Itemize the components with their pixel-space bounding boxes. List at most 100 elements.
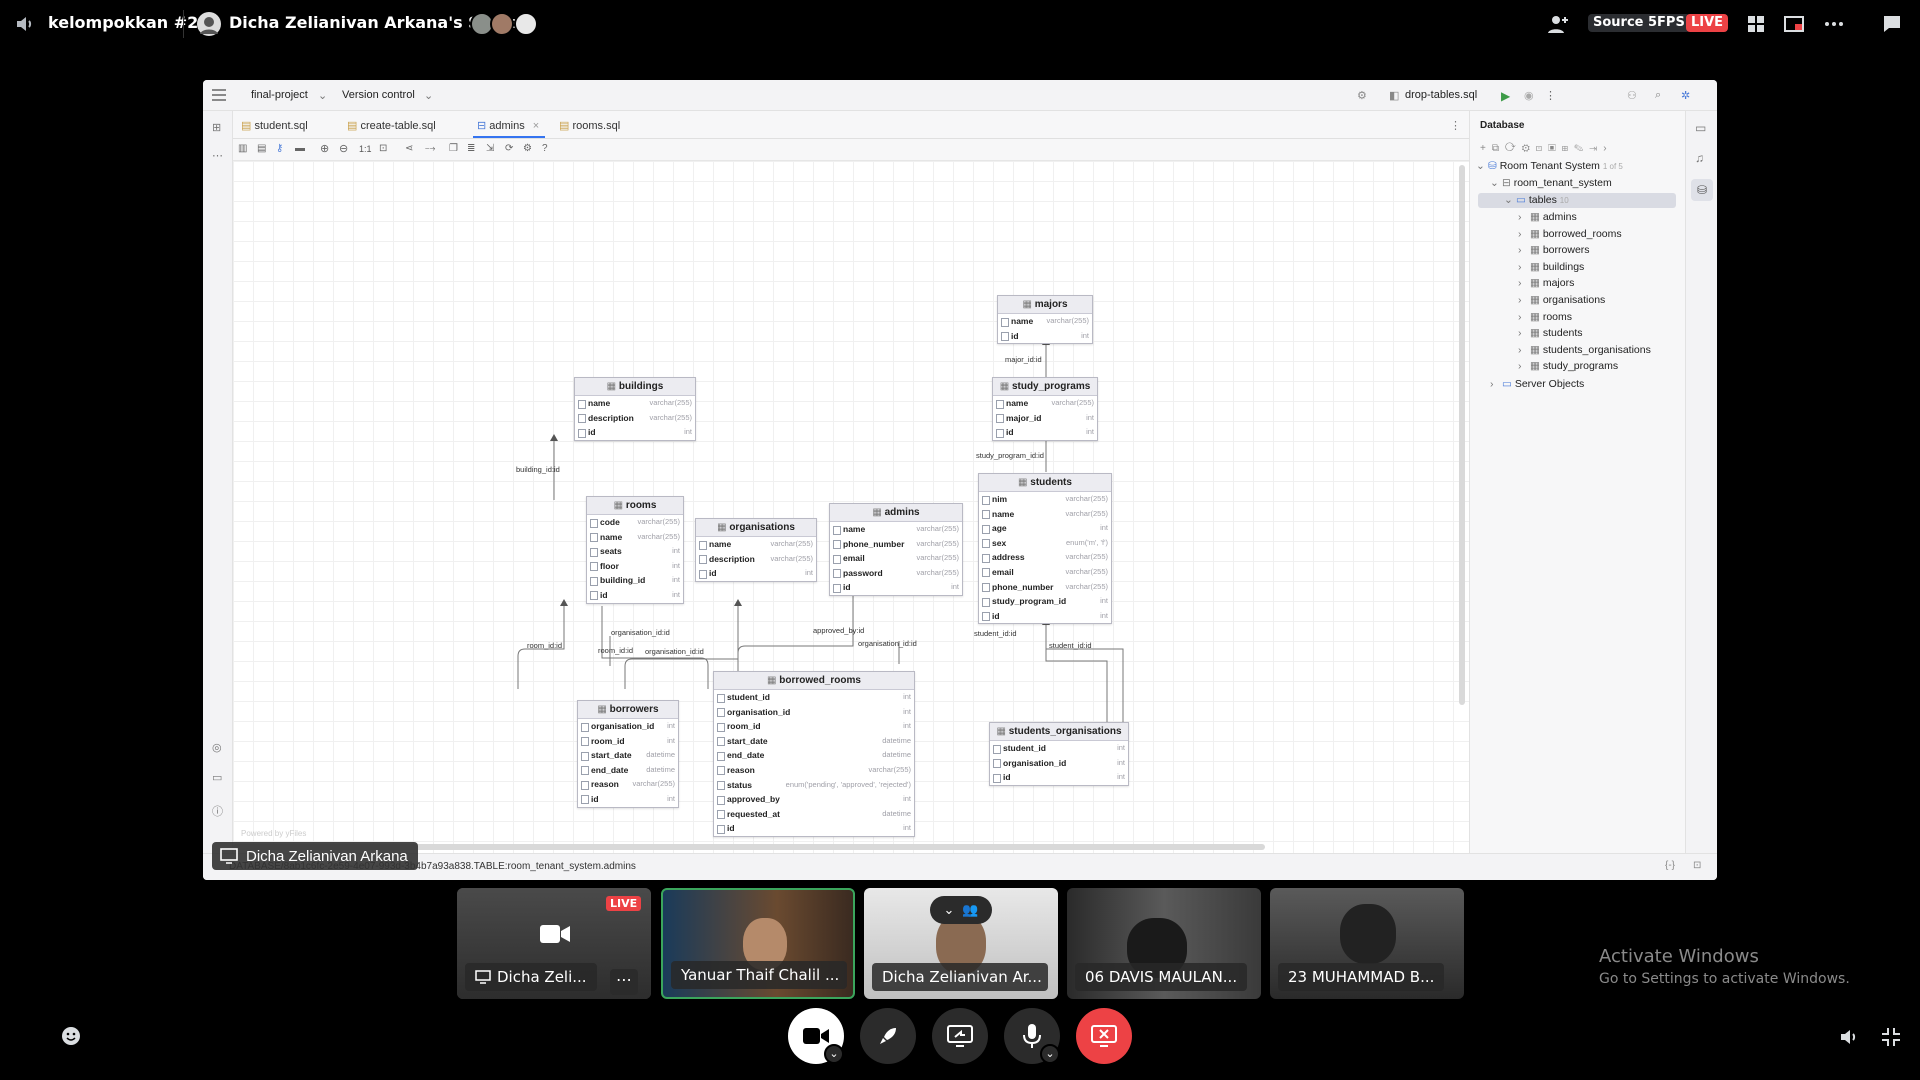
column-row[interactable]: seats int xyxy=(587,544,683,559)
diagram-canvas[interactable]: major_id:id study_program_id:id building… xyxy=(233,161,1479,853)
column-row[interactable]: student_id int xyxy=(714,690,914,705)
chat-icon[interactable] xyxy=(1880,12,1904,36)
participant-menu[interactable]: ⌄ 👥 xyxy=(930,896,992,924)
table-students-organisations[interactable]: students_organisationsstudent_idintorgan… xyxy=(989,722,1129,786)
tree-item-schema[interactable]: ⌄ ⊟ room_tenant_system xyxy=(1490,177,1612,189)
avatar[interactable] xyxy=(514,12,538,36)
table-organisations[interactable]: organisationsnamevarchar(255)description… xyxy=(695,518,817,582)
tree-item-table[interactable]: › ▦ admins xyxy=(1518,211,1577,223)
column-row[interactable]: name varchar(255) xyxy=(587,530,683,545)
layout-tree-icon[interactable]: ≣ xyxy=(467,143,475,154)
vertical-scrollbar[interactable] xyxy=(1459,165,1465,705)
participant-tile[interactable]: Yanuar Thaif Chalil ... xyxy=(661,888,855,999)
tree-item-root[interactable]: ⌄ ⛁ Room Tenant System 1 of 5 xyxy=(1476,160,1623,172)
column-row[interactable]: start_date datetime xyxy=(714,734,914,749)
table-students[interactable]: studentsnimvarchar(255)namevarchar(255)a… xyxy=(978,473,1112,625)
tree-item-table[interactable]: › ▦ study_programs xyxy=(1518,360,1618,372)
column-row[interactable]: phone_number varchar(255) xyxy=(979,580,1111,595)
participant-tile[interactable]: ⌄ 👥 Dicha Zelianivan Ar... xyxy=(864,888,1058,999)
comment-icon[interactable]: ▬ xyxy=(295,143,305,154)
layout-icon[interactable]: ▥ xyxy=(238,143,247,154)
table-rooms[interactable]: rooms code varchar(255) name varchar(255) sea… xyxy=(586,496,684,604)
column-row[interactable]: id int xyxy=(830,580,962,595)
tree-item-table[interactable]: › ▦ students_organisations xyxy=(1518,344,1651,356)
column-row[interactable]: major_id int xyxy=(993,411,1097,426)
db-toolbar[interactable]: +⧉⟳⚙⊡▣⊞✎⇥› xyxy=(1480,143,1613,154)
column-row[interactable]: organisation_id int xyxy=(990,756,1128,771)
column-row[interactable]: student_id int xyxy=(990,741,1128,756)
participant-tile[interactable]: 23 MUHAMMAD B... xyxy=(1270,888,1464,999)
tree-item-table[interactable]: › ▦ organisations xyxy=(1518,294,1605,306)
zoom-in-icon[interactable]: ⊕ xyxy=(320,142,329,155)
column-row[interactable]: email varchar(255) xyxy=(979,565,1111,580)
speaker-icon[interactable] xyxy=(14,12,38,36)
debug-icon[interactable]: ⚙ xyxy=(1357,89,1367,102)
column-row[interactable]: id int xyxy=(587,588,683,603)
zoom-out-icon[interactable]: ⊖ xyxy=(339,142,348,155)
column-row[interactable]: id int xyxy=(575,425,695,440)
services-icon[interactable]: ◎ xyxy=(212,741,222,754)
table-majors[interactable]: majors name varchar(255) id int xyxy=(997,295,1093,345)
column-row[interactable]: status enum('pending', 'approved', 'rejec… xyxy=(714,778,914,793)
help-icon[interactable]: ? xyxy=(542,143,548,154)
actual-size-button[interactable]: 1:1 xyxy=(359,144,372,154)
column-row[interactable]: start_date datetime xyxy=(578,748,678,763)
more-icon[interactable] xyxy=(1822,12,1846,36)
screen-share-button[interactable] xyxy=(932,1008,988,1064)
column-row[interactable]: approved_by int xyxy=(714,792,914,807)
tab-create-table-sql[interactable]: ▤ create-table.sql xyxy=(347,119,436,132)
fit-icon[interactable]: ⊡ xyxy=(379,143,387,154)
column-row[interactable]: study_program_id int xyxy=(979,594,1111,609)
run-icon[interactable]: ▶ xyxy=(1501,89,1510,103)
leave-call-button[interactable] xyxy=(1076,1008,1132,1064)
problems-icon[interactable]: ⓘ xyxy=(212,803,223,819)
search-icon[interactable]: ⌕ xyxy=(1655,89,1661,102)
column-row[interactable]: id int xyxy=(993,425,1097,440)
column-row[interactable]: description varchar(255) xyxy=(575,411,695,426)
column-row[interactable]: id int xyxy=(998,329,1092,344)
export-icon[interactable]: ⇲ xyxy=(486,143,494,154)
lock-icon[interactable]: ⊡ xyxy=(1693,860,1701,871)
menu-icon[interactable] xyxy=(212,89,226,101)
tab-rooms-sql[interactable]: ▤ rooms.sql xyxy=(559,119,620,132)
column-row[interactable]: building_id int xyxy=(587,573,683,588)
column-row[interactable]: name varchar(255) xyxy=(993,396,1097,411)
more-vertical-icon[interactable]: ⋮ xyxy=(1450,119,1461,132)
column-row[interactable]: name varchar(255) xyxy=(998,314,1092,329)
grid-icon[interactable] xyxy=(1744,12,1768,36)
terminal-icon[interactable]: ▭ xyxy=(212,771,222,784)
column-row[interactable]: reason varchar(255) xyxy=(714,763,914,778)
participant-tile[interactable]: LIVE Dicha Zeli... ⋯ xyxy=(457,888,651,999)
add-user-icon[interactable] xyxy=(1546,12,1570,36)
tab-admins[interactable]: ⊟ admins × xyxy=(477,119,539,132)
table-borrowers[interactable]: borrowersorganisation_idintroom_idintsta… xyxy=(577,700,679,808)
camera-button[interactable]: ⌄ xyxy=(788,1008,844,1064)
bell-icon[interactable]: ♫ xyxy=(1695,151,1704,165)
database-icon[interactable]: ⛁ xyxy=(1691,179,1713,201)
volume-icon[interactable] xyxy=(1838,1025,1862,1049)
column-row[interactable]: id int xyxy=(979,609,1111,624)
more-icon[interactable]: ⋯ xyxy=(610,969,638,995)
column-row[interactable]: room_id int xyxy=(714,719,914,734)
share-icon[interactable]: ⋖ xyxy=(405,143,413,154)
column-row[interactable]: room_id int xyxy=(578,734,678,749)
run-config-selector[interactable]: drop-tables.sql xyxy=(1405,89,1477,101)
column-row[interactable]: end_date datetime xyxy=(714,748,914,763)
participant-tile[interactable]: 06 DAVIS MAULAN... xyxy=(1067,888,1261,999)
close-icon[interactable]: × xyxy=(533,120,539,132)
column-row[interactable]: age int xyxy=(979,521,1111,536)
avatar[interactable] xyxy=(490,12,514,36)
user-icon[interactable]: ⚇ xyxy=(1627,89,1637,102)
column-row[interactable]: organisation_id int xyxy=(714,705,914,720)
column-row[interactable]: name varchar(255) xyxy=(979,507,1111,522)
brackets-icon[interactable]: {-} xyxy=(1665,860,1675,871)
table-borrowed-rooms[interactable]: borrowed_roomsstudent_idintorganisation_… xyxy=(713,671,915,837)
column-row[interactable]: id int xyxy=(578,792,678,807)
tree-item-table[interactable]: › ▦ rooms xyxy=(1518,311,1572,323)
tree-item-server-objects[interactable]: › ▭ Server Objects xyxy=(1490,378,1584,390)
tab-student-sql[interactable]: ▤ student.sql xyxy=(241,119,308,132)
tree-item-table[interactable]: › ▦ students xyxy=(1518,327,1583,339)
column-row[interactable]: password varchar(255) xyxy=(830,566,962,581)
folder-icon[interactable]: ▭ xyxy=(1695,121,1706,135)
column-row[interactable]: name varchar(255) xyxy=(575,396,695,411)
